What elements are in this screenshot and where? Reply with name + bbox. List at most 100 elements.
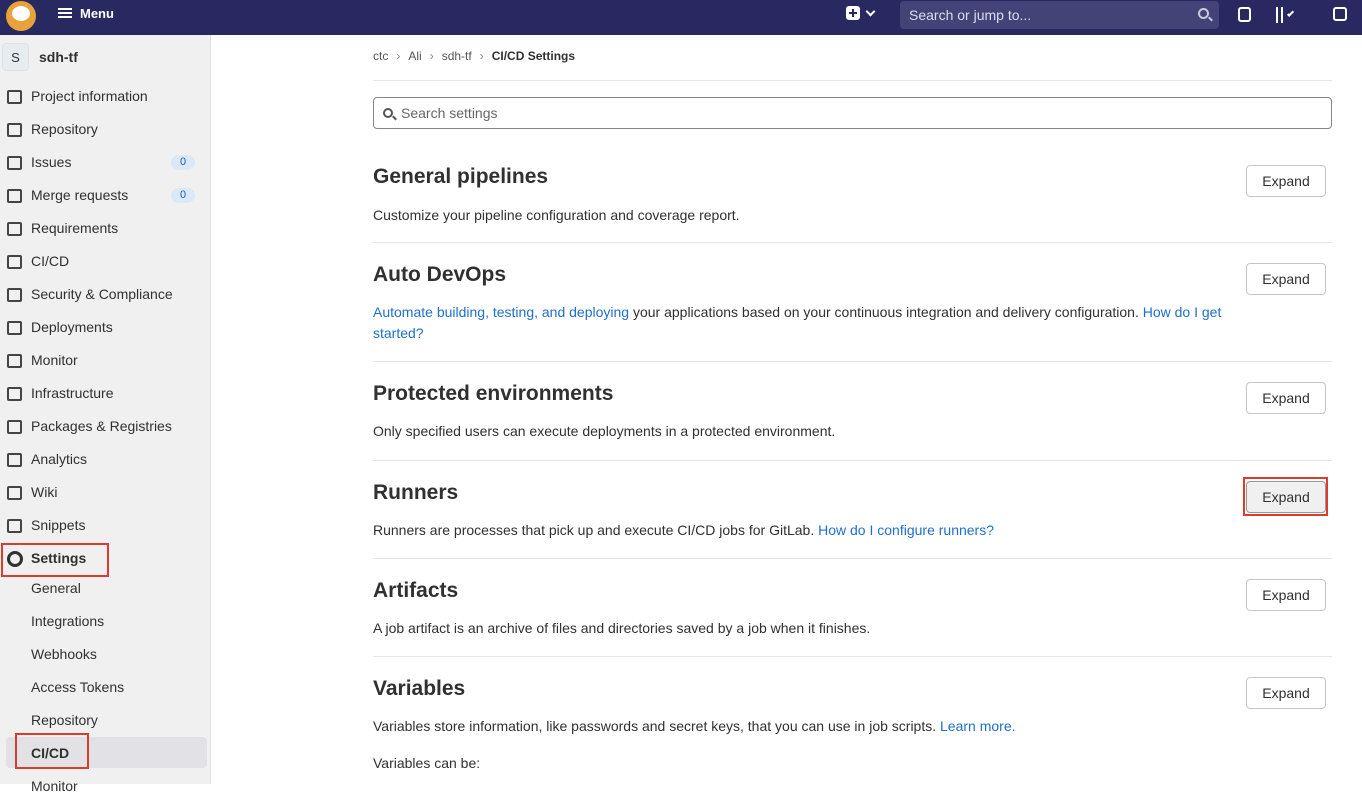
sidebar-nav: Project information Repository Issues 0 … xyxy=(0,80,211,575)
sidebar-item-analytics[interactable]: Analytics xyxy=(0,443,211,476)
settings-sub-label: Access Tokens xyxy=(31,679,125,695)
sidebar-item-label: Requirements xyxy=(31,220,119,236)
section-title: Runners xyxy=(373,481,459,504)
settings-sub-integrations[interactable]: Integrations xyxy=(0,605,211,638)
settings-submenu: General Integrations Webhooks Access Tok… xyxy=(0,572,211,803)
sidebar-item-label: Infrastructure xyxy=(31,385,114,401)
menu-button[interactable]: Menu xyxy=(58,4,114,22)
section-title: Artifacts xyxy=(373,579,459,602)
configure-runners-link[interactable]: How do I configure runners? xyxy=(818,522,994,538)
auto-devops-link[interactable]: Automate building, testing, and deployin… xyxy=(373,304,629,320)
sidebar-item-monitor[interactable]: Monitor xyxy=(0,344,211,377)
section-description-text: Variables store information, like passwo… xyxy=(373,718,941,734)
learn-more-link[interactable]: Learn more. xyxy=(940,718,1015,734)
sidebar-item-packages-registries[interactable]: Packages & Registries xyxy=(0,410,211,443)
sidebar-item-repository[interactable]: Repository xyxy=(0,113,211,146)
section-description: A job artifact is an archive of files an… xyxy=(373,620,871,636)
breadcrumb-item[interactable]: sdh-tf xyxy=(442,49,472,63)
sidebar-item-issues[interactable]: Issues 0 xyxy=(0,146,211,179)
sidebar-item-cicd[interactable]: CI/CD xyxy=(0,245,211,278)
expand-button[interactable]: Expand xyxy=(1246,263,1326,295)
divider xyxy=(373,80,1332,81)
merge-request-icon xyxy=(7,189,22,203)
merge-requests-button[interactable] xyxy=(1276,7,1294,23)
divider xyxy=(373,656,1332,657)
section-description: Only specified users can execute deploym… xyxy=(373,423,836,439)
section-description-text: Runners are processes that pick up and e… xyxy=(373,522,819,538)
search-settings-placeholder: Search settings xyxy=(401,105,498,121)
sidebar-item-infrastructure[interactable]: Infrastructure xyxy=(0,377,211,410)
settings-sub-repository[interactable]: Repository xyxy=(0,704,211,737)
new-dropdown-button[interactable] xyxy=(846,6,876,20)
settings-sub-label: CI/CD xyxy=(31,745,70,761)
chevron-down-icon xyxy=(865,6,876,16)
settings-sub-cicd[interactable]: CI/CD xyxy=(0,737,211,770)
project-header[interactable]: S sdh-tf xyxy=(0,43,78,71)
gear-icon xyxy=(7,551,23,567)
sidebar-item-requirements[interactable]: Requirements xyxy=(0,212,211,245)
project-icon xyxy=(7,90,22,104)
breadcrumb-separator-icon: › xyxy=(429,49,434,63)
search-settings-input[interactable]: Search settings xyxy=(373,97,1332,129)
expand-button[interactable]: Expand xyxy=(1246,481,1326,513)
issues-icon[interactable] xyxy=(1238,7,1251,22)
settings-sub-label: Monitor xyxy=(31,778,78,794)
top-navbar: Menu Search or jump to... xyxy=(0,0,1362,35)
shield-icon xyxy=(7,288,22,302)
sidebar-item-settings[interactable]: Settings xyxy=(0,542,211,575)
package-icon xyxy=(7,420,22,434)
breadcrumb-current[interactable]: CI/CD Settings xyxy=(492,49,575,63)
sidebar-item-label: Deployments xyxy=(31,319,113,335)
divider xyxy=(373,242,1332,243)
settings-sub-webhooks[interactable]: Webhooks xyxy=(0,638,211,671)
divider xyxy=(373,460,1332,461)
breadcrumb: ctc › Ali › sdh-tf › CI/CD Settings xyxy=(373,49,575,63)
todo-icon[interactable] xyxy=(1333,7,1347,21)
sidebar-item-label: Project information xyxy=(31,88,148,104)
expand-button[interactable]: Expand xyxy=(1246,382,1326,414)
cloud-icon xyxy=(7,387,22,401)
settings-sub-label: Webhooks xyxy=(31,646,97,662)
sidebar-item-deployments[interactable]: Deployments xyxy=(0,311,211,344)
sidebar-item-label: Settings xyxy=(31,550,87,566)
sidebar-item-merge-requests[interactable]: Merge requests 0 xyxy=(0,179,211,212)
sidebar-item-label: Monitor xyxy=(31,352,78,368)
merge-requests-count-badge: 0 xyxy=(171,188,195,203)
search-icon xyxy=(383,108,393,118)
gitlab-logo-icon[interactable] xyxy=(6,1,36,31)
settings-sub-general[interactable]: General xyxy=(0,572,211,605)
global-search-input[interactable]: Search or jump to... xyxy=(900,1,1219,29)
breadcrumb-separator-icon: › xyxy=(396,49,401,63)
sidebar-item-label: Merge requests xyxy=(31,187,129,203)
expand-button[interactable]: Expand xyxy=(1246,677,1326,709)
section-description-text: your applications based on your continuo… xyxy=(629,304,1143,320)
issues-icon xyxy=(7,156,22,170)
monitor-icon xyxy=(7,354,22,368)
global-search-placeholder: Search or jump to... xyxy=(909,7,1032,23)
settings-sub-label: Integrations xyxy=(31,613,105,629)
section-title: General pipelines xyxy=(373,165,549,188)
sidebar-item-label: Wiki xyxy=(31,484,58,500)
breadcrumb-item[interactable]: Ali xyxy=(408,49,421,63)
section-title: Auto DevOps xyxy=(373,263,507,286)
chevron-down-icon xyxy=(1286,9,1294,17)
settings-sub-monitor[interactable]: Monitor xyxy=(0,770,211,803)
sidebar-item-label: Repository xyxy=(31,121,98,137)
breadcrumb-item[interactable]: ctc xyxy=(373,49,388,63)
deployments-icon xyxy=(7,321,22,335)
sidebar-item-snippets[interactable]: Snippets xyxy=(0,509,211,542)
sidebar-item-wiki[interactable]: Wiki xyxy=(0,476,211,509)
divider xyxy=(373,361,1332,362)
search-icon xyxy=(1198,8,1209,19)
sidebar-item-label: CI/CD xyxy=(31,253,70,269)
variables-can-be-text: Variables can be: xyxy=(373,755,481,771)
sidebar-item-security-compliance[interactable]: Security & Compliance xyxy=(0,278,211,311)
breadcrumb-separator-icon: › xyxy=(479,49,484,63)
expand-button[interactable]: Expand xyxy=(1246,165,1326,197)
project-name: sdh-tf xyxy=(39,49,78,65)
settings-sub-access-tokens[interactable]: Access Tokens xyxy=(0,671,211,704)
issues-count-badge: 0 xyxy=(171,155,195,170)
repository-icon xyxy=(7,123,22,137)
expand-button[interactable]: Expand xyxy=(1246,579,1326,611)
sidebar-item-project-information[interactable]: Project information xyxy=(0,80,211,113)
